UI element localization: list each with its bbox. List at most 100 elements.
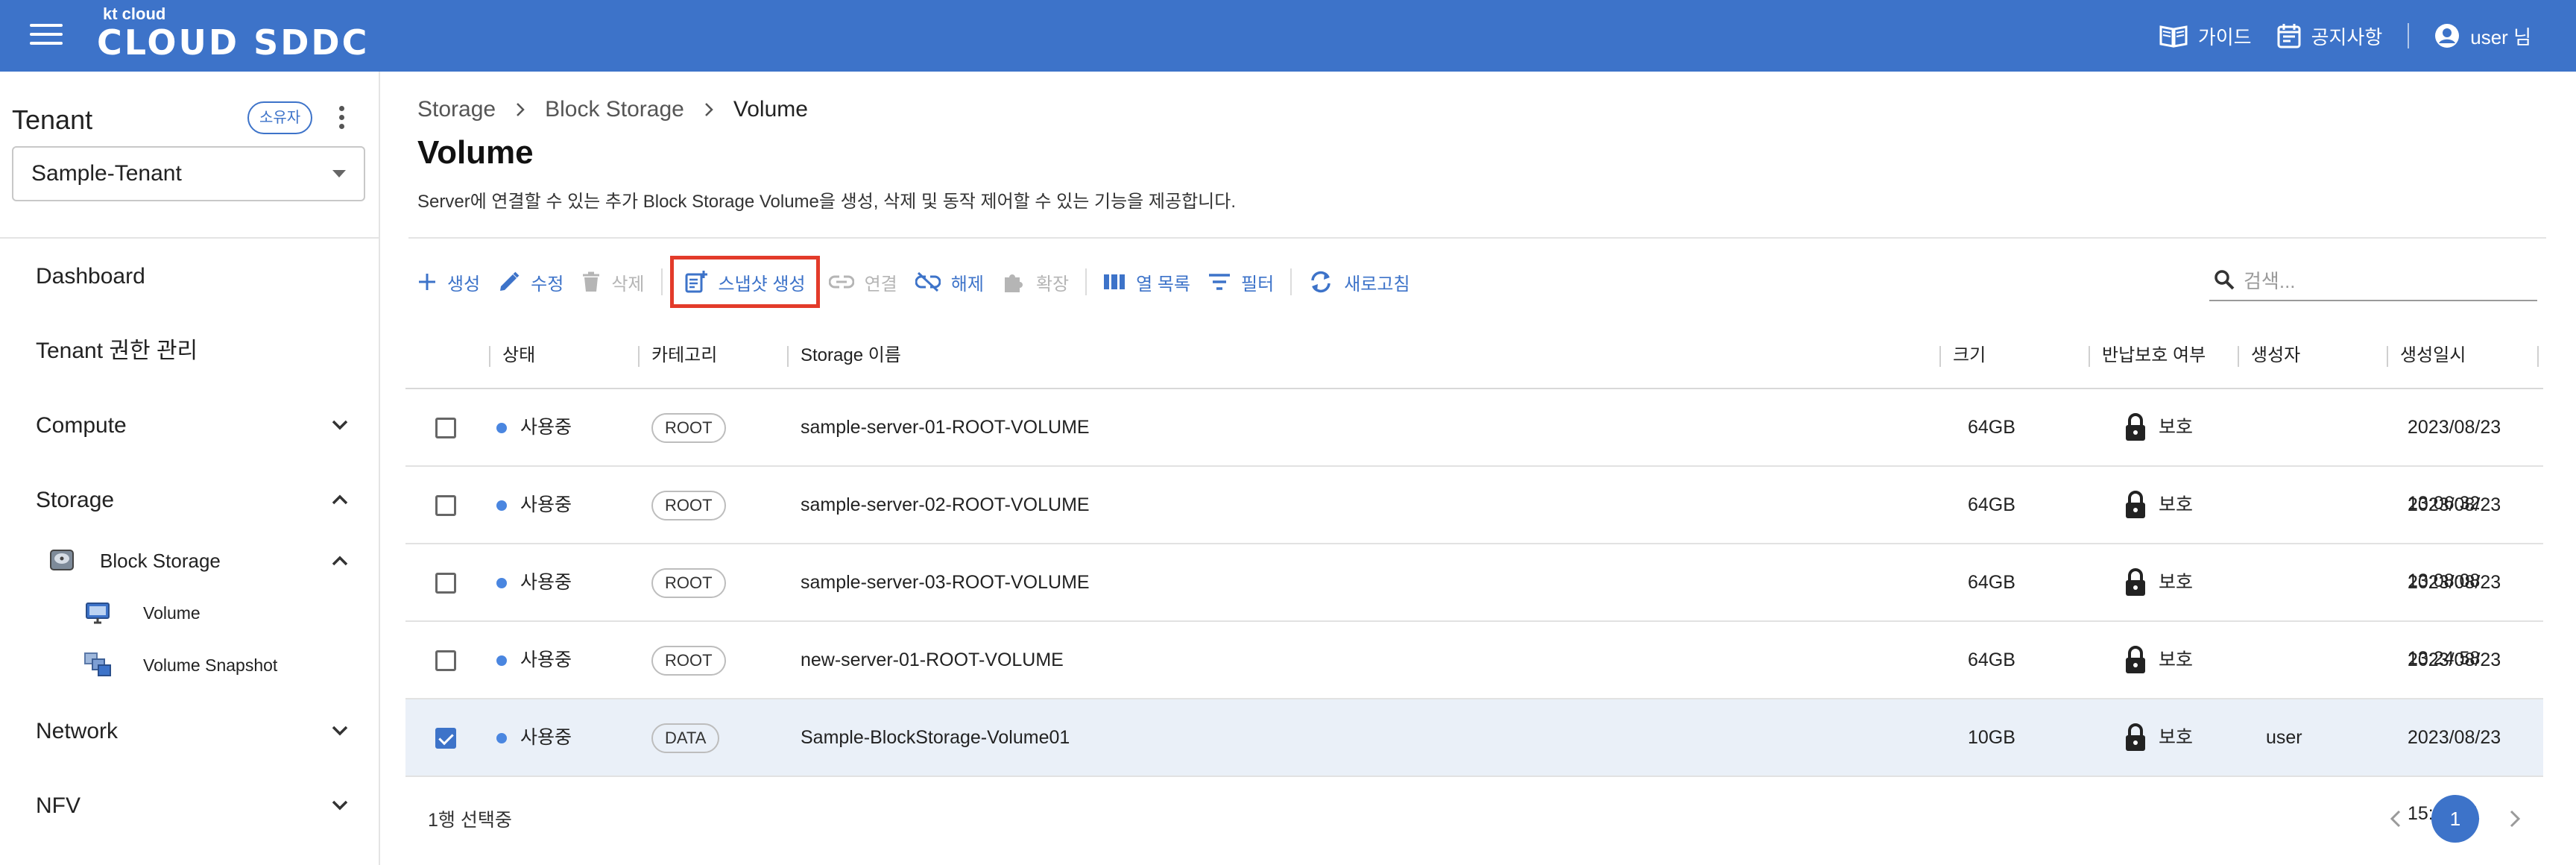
top-header: kt cloud CLOUD SDDC 가이드 공지사항 user 님 — [0, 0, 2576, 72]
calendar-icon — [2277, 24, 2301, 48]
book-icon — [2159, 25, 2188, 48]
row-checkbox-checked[interactable] — [435, 728, 456, 749]
chevron-right-icon — [517, 103, 525, 116]
main-content: Storage Block Storage Volume Volume Serv… — [382, 72, 2576, 865]
status-dot-icon — [496, 733, 507, 744]
protection-text: 보호 — [2159, 727, 2194, 748]
storage-name-cell: new-server-01-ROOT-VOLUME — [801, 649, 1064, 670]
column-divider — [2089, 346, 2090, 367]
more-options-icon[interactable] — [334, 106, 349, 131]
sidebar-item-compute[interactable]: Compute — [36, 407, 349, 444]
table-row[interactable]: 사용중 ROOT sample-server-02-ROOT-VOLUME 64… — [405, 467, 2543, 591]
size-cell: 10GB — [1968, 727, 2015, 748]
logo-cloud-sddc: CLOUD SDDC — [97, 22, 370, 63]
chevron-left-icon[interactable] — [2390, 809, 2402, 828]
header-status[interactable]: 상태 — [502, 322, 535, 389]
page-title: Volume — [417, 134, 534, 171]
extend-button[interactable]: 확장 — [993, 260, 1078, 303]
category-chip: ROOT — [651, 413, 726, 443]
table-row[interactable]: 사용중 ROOT sample-server-01-ROOT-VOLUME 64… — [405, 389, 2543, 514]
block-storage-label: Block Storage — [100, 550, 221, 572]
column-list-button[interactable]: 열 목록 — [1094, 260, 1199, 303]
chevron-right-icon[interactable] — [2509, 809, 2521, 828]
sidebar-item-volume[interactable]: Volume — [85, 600, 309, 626]
sidebar-item-block-storage[interactable]: Block Storage — [49, 546, 349, 576]
header-return-protection[interactable]: 반납보호 여부 — [2102, 322, 2206, 389]
logo-kt-cloud: kt cloud — [103, 4, 166, 23]
storage-name-cell: Sample-BlockStorage-Volume01 — [801, 727, 1070, 748]
breadcrumb-block-storage[interactable]: Block Storage — [545, 97, 684, 122]
table-header: 상태 카테고리 Storage 이름 크기 반납보호 여부 생성자 생성일시 — [405, 322, 2543, 389]
edit-button[interactable]: 수정 — [489, 260, 572, 303]
category-chip: ROOT — [651, 646, 726, 676]
delete-button[interactable]: 삭제 — [572, 260, 653, 303]
refresh-icon — [1311, 271, 1330, 293]
header-size[interactable]: 크기 — [1953, 322, 1986, 389]
row-checkbox[interactable] — [435, 495, 456, 516]
connect-button[interactable]: 연결 — [820, 260, 906, 303]
menu-icon[interactable] — [30, 24, 63, 48]
status-dot-icon — [496, 500, 507, 512]
breadcrumb-storage[interactable]: Storage — [417, 97, 496, 122]
size-cell: 64GB — [1968, 572, 2015, 593]
link-icon — [828, 275, 854, 289]
filter-icon — [1209, 274, 1231, 290]
trash-icon — [583, 271, 600, 292]
create-button[interactable]: 생성 — [408, 260, 489, 303]
notice-link[interactable]: 공지사항 — [2277, 22, 2382, 50]
sidebar-item-nfv[interactable]: NFV — [36, 787, 349, 825]
create-snapshot-button[interactable]: 스냅샷 생성 — [669, 256, 820, 308]
created-at-cell: 2023/08/23 13:08:08 — [2408, 494, 2501, 591]
create-label: 생성 — [447, 274, 481, 295]
refresh-label: 새로고침 — [1344, 274, 1410, 295]
filter-button[interactable]: 필터 — [1199, 260, 1283, 303]
column-divider — [489, 346, 490, 367]
puzzle-icon — [1004, 274, 1023, 292]
status-cell: 사용중 — [496, 544, 572, 620]
app-logo[interactable]: kt cloud CLOUD SDDC — [97, 4, 369, 61]
chevron-up-icon — [332, 494, 348, 505]
table-row-selected[interactable]: 사용중 DATA Sample-BlockStorage-Volume01 10… — [405, 699, 2543, 824]
edit-label: 수정 — [531, 274, 564, 295]
column-divider — [638, 346, 640, 367]
pencil-icon — [500, 271, 520, 291]
creator-cell: user — [2266, 727, 2302, 748]
sidebar-item-label: Storage — [36, 488, 115, 512]
dropdown-arrow-icon — [332, 170, 346, 177]
protection-text: 보호 — [2159, 494, 2194, 515]
header-category[interactable]: 카테고리 — [651, 322, 717, 389]
row-checkbox[interactable] — [435, 418, 456, 438]
column-divider — [2238, 346, 2239, 367]
row-checkbox[interactable] — [435, 650, 456, 671]
page-number-button[interactable]: 1 — [2431, 795, 2479, 843]
refresh-button[interactable]: 새로고침 — [1299, 260, 1418, 303]
sidebar: Tenant 소유자 Sample-Tenant Dashboard Tenan… — [0, 72, 380, 865]
columns-icon — [1104, 274, 1126, 289]
sidebar-item-dashboard[interactable]: Dashboard — [36, 258, 349, 295]
sidebar-item-volume-snapshot[interactable]: Volume Snapshot — [83, 652, 322, 679]
header-created-at[interactable]: 생성일시 — [2400, 322, 2466, 389]
table-row[interactable]: 사용중 ROOT new-server-01-ROOT-VOLUME 64GB … — [405, 622, 2543, 746]
row-checkbox[interactable] — [435, 573, 456, 594]
header-storage-name[interactable]: Storage 이름 — [801, 322, 901, 389]
guide-label: 가이드 — [2197, 25, 2252, 48]
user-menu[interactable]: user 님 — [2434, 22, 2531, 50]
volume-label: Volume — [143, 603, 201, 623]
table-footer: 1행 선택중 1 — [405, 787, 2543, 847]
release-button[interactable]: 해제 — [906, 260, 993, 303]
lock-icon — [2126, 568, 2145, 596]
guide-link[interactable]: 가이드 — [2159, 22, 2252, 50]
lock-icon — [2126, 646, 2145, 673]
header-creator[interactable]: 생성자 — [2251, 322, 2300, 389]
protection-text: 보호 — [2159, 649, 2194, 670]
tenant-select[interactable]: Sample-Tenant — [12, 146, 365, 201]
sidebar-item-storage[interactable]: Storage — [36, 482, 349, 519]
tenant-select-value: Sample-Tenant — [31, 161, 182, 186]
status-dot-icon — [496, 655, 507, 667]
table-row[interactable]: 사용중 ROOT sample-server-03-ROOT-VOLUME 64… — [405, 544, 2543, 669]
sidebar-item-network[interactable]: Network — [36, 713, 349, 750]
sidebar-item-tenant-permission[interactable]: Tenant 권한 관리 — [36, 333, 349, 370]
search-input[interactable]: 검색... — [2209, 260, 2537, 301]
size-cell: 64GB — [1968, 494, 2015, 515]
chevron-down-icon — [332, 726, 348, 736]
